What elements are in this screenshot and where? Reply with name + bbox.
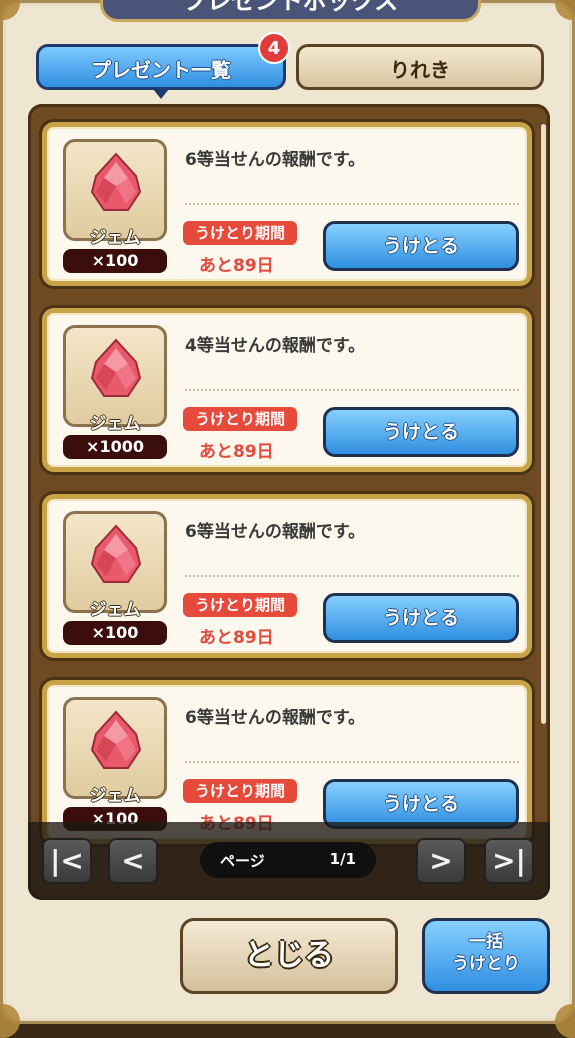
last-page-button[interactable]: >|: [484, 838, 534, 884]
present-item: ジェム ×100 6等当せんの報酬です。 うけとり期間 あと89日 うけとる: [42, 680, 532, 844]
item-name: ジェム: [89, 228, 141, 248]
close-button[interactable]: とじる: [180, 918, 398, 994]
receive-button[interactable]: うけとる: [323, 593, 519, 643]
tab-present-list[interactable]: プレゼント一覧: [36, 44, 286, 99]
tab-history[interactable]: りれき: [296, 44, 544, 90]
receive-period-label: うけとり期間: [183, 593, 297, 617]
item-quantity: ×100: [63, 249, 167, 273]
item-message: 4等当せんの報酬です。: [185, 336, 366, 356]
present-item: ジェム ×100 6等当せんの報酬です。 うけとり期間 あと89日 うけとる: [42, 122, 532, 286]
present-item: ジェム ×100 6等当せんの報酬です。 うけとり期間 あと89日 うけとる: [42, 494, 532, 658]
prev-page-button[interactable]: <: [108, 838, 158, 884]
remaining-days: あと89日: [199, 442, 274, 462]
dialog-frame: プレゼントボックス プレゼント一覧 4 りれき ジェム ×100 6等当せんの報…: [0, 0, 575, 1038]
page-number: 1/1: [329, 850, 356, 868]
gem-icon: [90, 524, 142, 583]
item-message: 6等当せんの報酬です。: [185, 150, 366, 170]
list-scrollbar[interactable]: [541, 124, 546, 724]
item-name: ジェム: [89, 786, 141, 806]
item-message: 6等当せんの報酬です。: [185, 522, 366, 542]
receive-button[interactable]: うけとる: [323, 407, 519, 457]
first-page-button[interactable]: |<: [42, 838, 92, 884]
bulk-receive-line2: うけとり: [452, 954, 520, 974]
receive-period-label: うけとり期間: [183, 221, 297, 245]
divider: [185, 203, 519, 205]
divider: [185, 389, 519, 391]
bulk-receive-button[interactable]: 一括 うけとり: [422, 918, 550, 994]
item-message: 6等当せんの報酬です。: [185, 708, 366, 728]
receive-period-label: うけとり期間: [183, 779, 297, 803]
remaining-days: あと89日: [199, 628, 274, 648]
page-indicator: ページ 1/1: [200, 842, 376, 878]
page-label: ページ: [220, 852, 265, 870]
receive-button[interactable]: うけとる: [323, 221, 519, 271]
dialog-title: プレゼントボックス: [100, 0, 481, 22]
gem-icon: [90, 338, 142, 397]
gem-icon: [90, 710, 142, 769]
corner-ornament: [555, 0, 575, 20]
receive-period-label: うけとり期間: [183, 407, 297, 431]
bulk-receive-line1: 一括: [469, 932, 503, 952]
divider: [185, 761, 519, 763]
divider: [185, 575, 519, 577]
item-name: ジェム: [89, 414, 141, 434]
item-quantity: ×1000: [63, 435, 167, 459]
remaining-days: あと89日: [199, 256, 274, 276]
present-list-panel[interactable]: ジェム ×100 6等当せんの報酬です。 うけとり期間 あと89日 うけとる ジ…: [28, 104, 550, 900]
next-page-button[interactable]: >: [416, 838, 466, 884]
present-item: ジェム ×1000 4等当せんの報酬です。 うけとり期間 あと89日 うけとる: [42, 308, 532, 472]
pagination-bar: |< < ページ 1/1 > >|: [28, 822, 550, 900]
corner-ornament: [0, 0, 20, 20]
corner-ornament: [0, 1004, 20, 1038]
gem-icon: [90, 152, 142, 211]
item-name: ジェム: [89, 600, 141, 620]
corner-ornament: [555, 1004, 575, 1038]
item-quantity: ×100: [63, 621, 167, 645]
unread-count-badge: 4: [258, 32, 290, 64]
